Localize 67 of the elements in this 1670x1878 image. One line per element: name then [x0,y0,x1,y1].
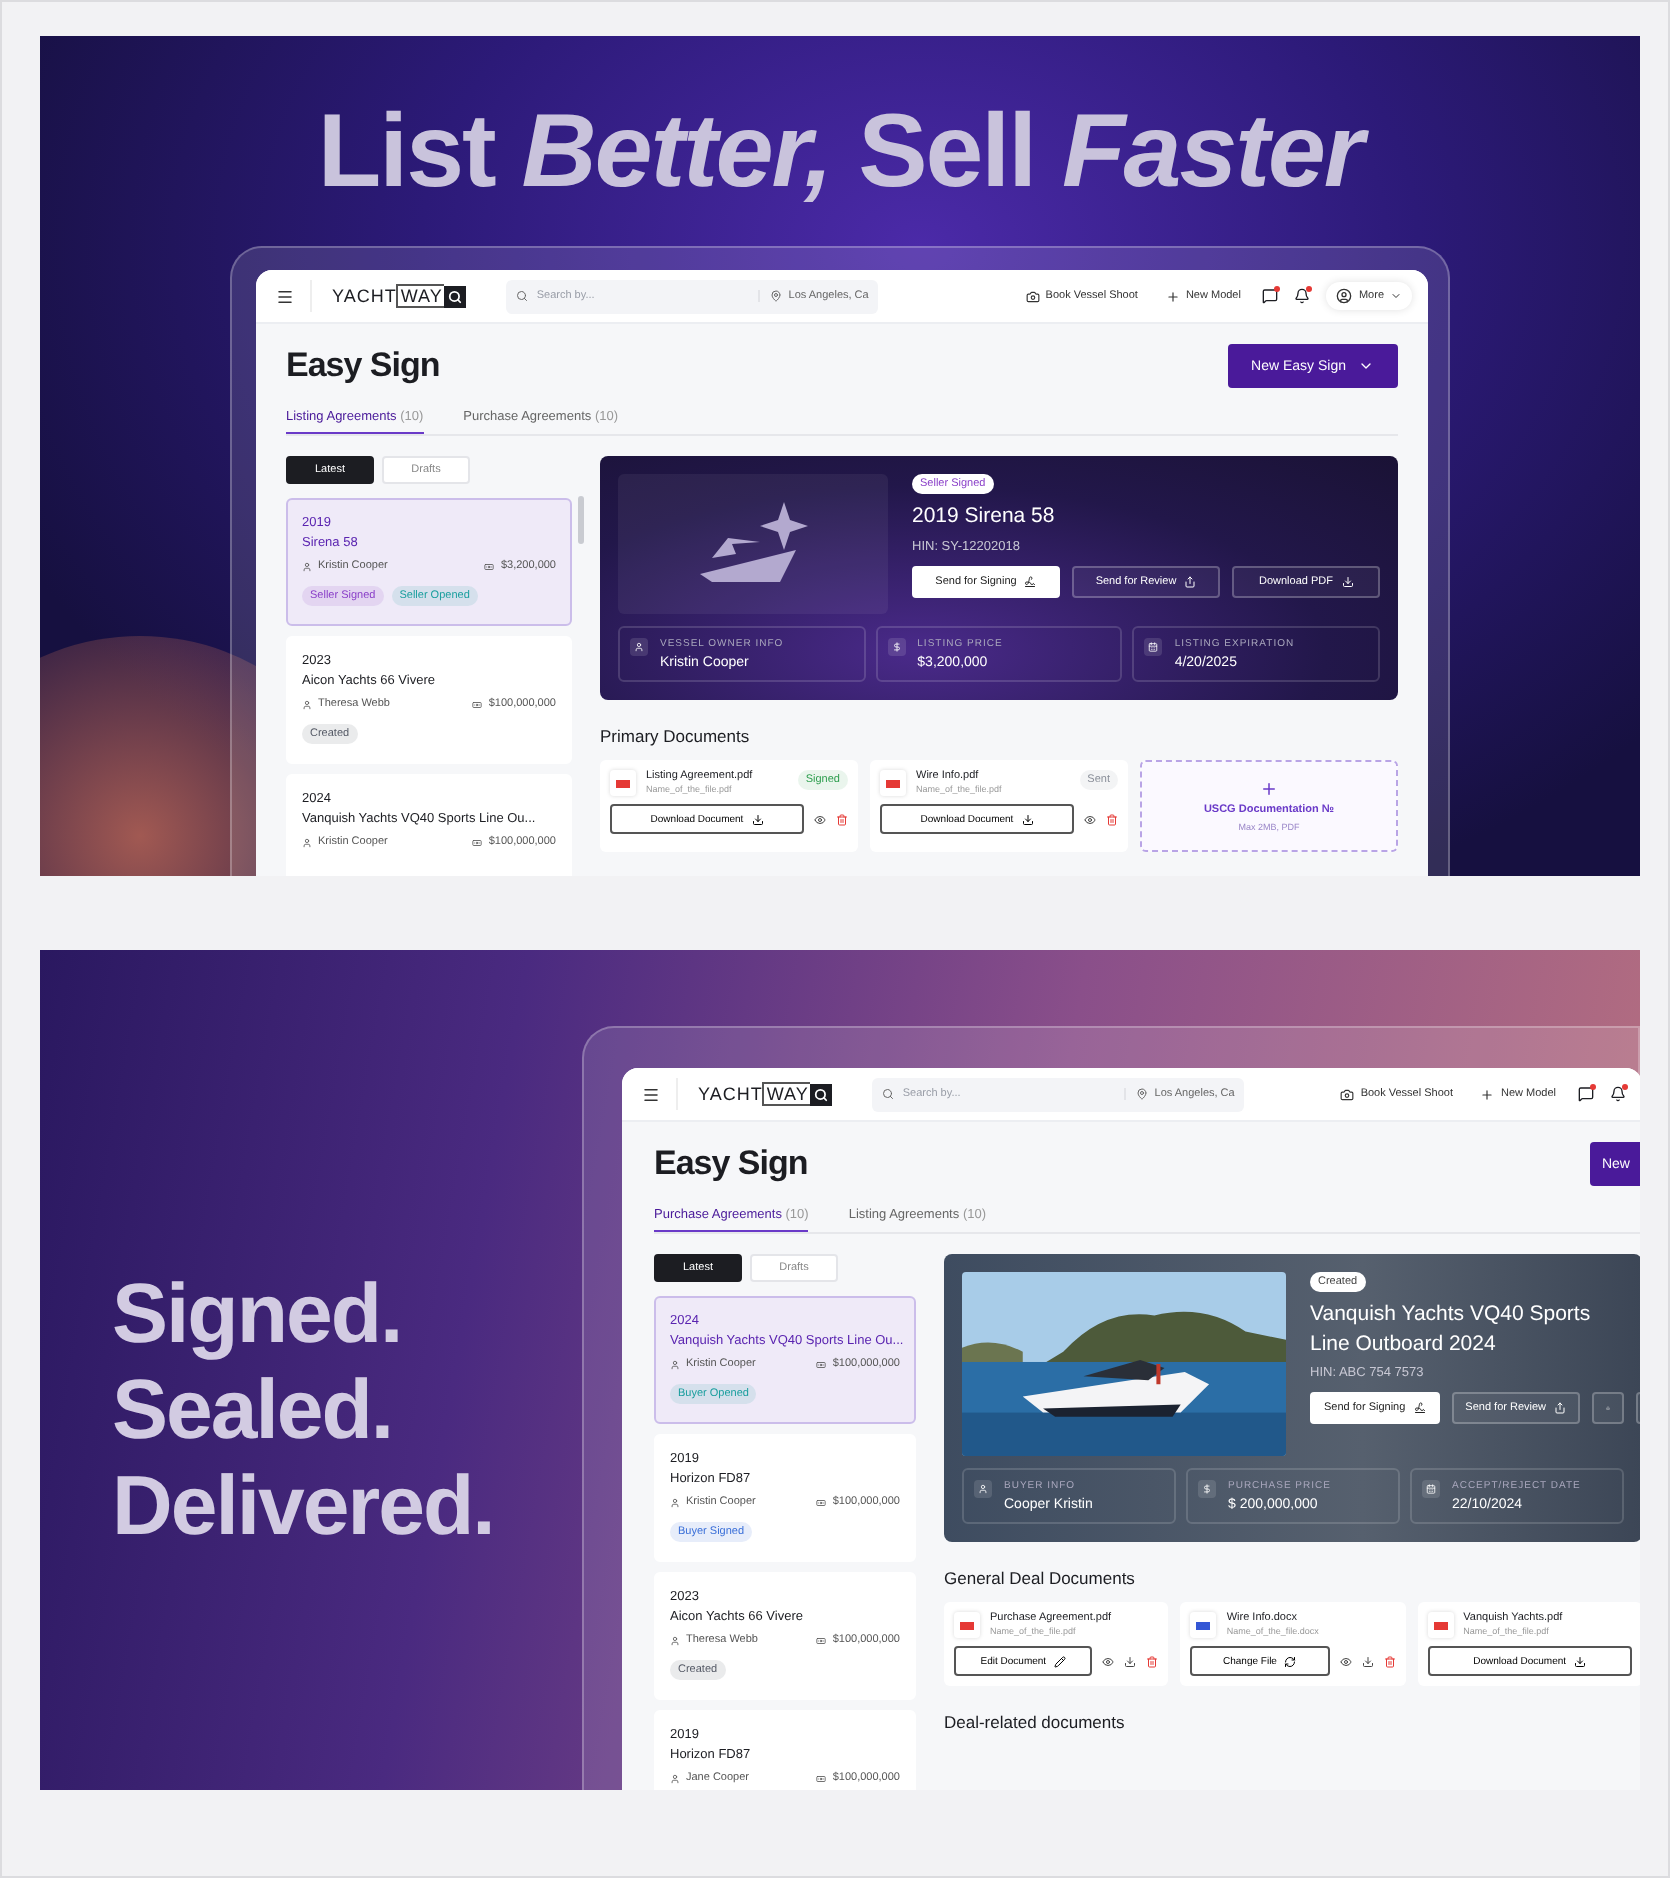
eye-icon[interactable] [814,813,826,825]
section-title: Deal-related documents [944,1712,1127,1732]
headline: Signed. [112,1267,404,1360]
bell-icon[interactable] [1294,288,1311,304]
person-icon [634,642,644,652]
headline: Sealed. [112,1363,395,1457]
eye-icon[interactable] [1339,1655,1352,1667]
signature-icon [1413,1402,1426,1415]
section-title: General Deal Documents [944,1568,1137,1588]
logo[interactable]: YACHT WAY [676,1078,833,1110]
eye-icon[interactable] [1084,813,1096,825]
person-icon [670,1359,680,1369]
banknote-icon [816,1773,827,1783]
person-icon [670,1497,680,1507]
refresh-icon [1284,1655,1297,1667]
chat-icon[interactable] [1262,288,1279,304]
vessel-title: 2019 Sirena 58 [912,502,1055,532]
dollar-icon [891,642,902,652]
person-icon [670,1773,680,1783]
banknote-icon [484,561,495,571]
vessel-title: Vanquish Yachts VQ40 Sports Line Outboard 2024 [1310,1300,1593,1359]
page-title: Easy Sign [286,346,440,386]
headline: Delivered. [112,1460,496,1553]
signature-icon [1024,575,1037,588]
search-icon [814,1087,829,1101]
person-icon [302,561,312,571]
plus-icon [1260,780,1278,798]
trash-icon[interactable] [1383,1655,1396,1667]
menu-icon[interactable] [642,1085,660,1103]
banknote-icon [472,837,483,847]
pencil-icon [1054,1655,1067,1667]
person-icon [302,699,312,709]
chevron-icon [1358,358,1374,374]
menu-icon[interactable] [276,287,294,305]
share-icon [1554,1402,1567,1415]
banknote-icon [816,1635,827,1645]
section-title: Primary Documents [600,726,752,746]
chat-icon[interactable] [1578,1086,1594,1102]
person-icon [670,1635,680,1645]
plus-icon [1165,289,1180,303]
banknote-icon [816,1497,827,1507]
user-icon [1336,288,1353,304]
camera-icon [1340,1087,1355,1101]
person-icon [978,1484,988,1494]
bell-icon[interactable] [1610,1086,1626,1102]
page-title: Easy Sign [654,1144,808,1184]
banknote-icon [816,1359,827,1369]
pin-icon [770,290,783,302]
share-icon [1184,575,1197,588]
eye-icon[interactable] [1102,1655,1115,1667]
search-icon [448,289,463,303]
pin-icon [1136,1088,1149,1100]
chevron-icon [1390,290,1402,302]
plus-icon [1480,1087,1495,1101]
logo[interactable]: YACHT WAY [310,280,467,312]
banknote-icon [472,699,483,709]
camera-icon [1025,289,1040,303]
trash-icon[interactable] [1106,813,1118,825]
trash-icon[interactable] [836,813,848,825]
trash-icon[interactable] [1146,1655,1159,1667]
search-icon [516,290,529,302]
search-icon [882,1088,895,1100]
calendar-icon [1148,642,1159,652]
calendar-icon [1426,1484,1436,1494]
dollar-icon [1202,1484,1212,1494]
person-icon [302,837,312,847]
scrollbar[interactable] [578,496,584,544]
